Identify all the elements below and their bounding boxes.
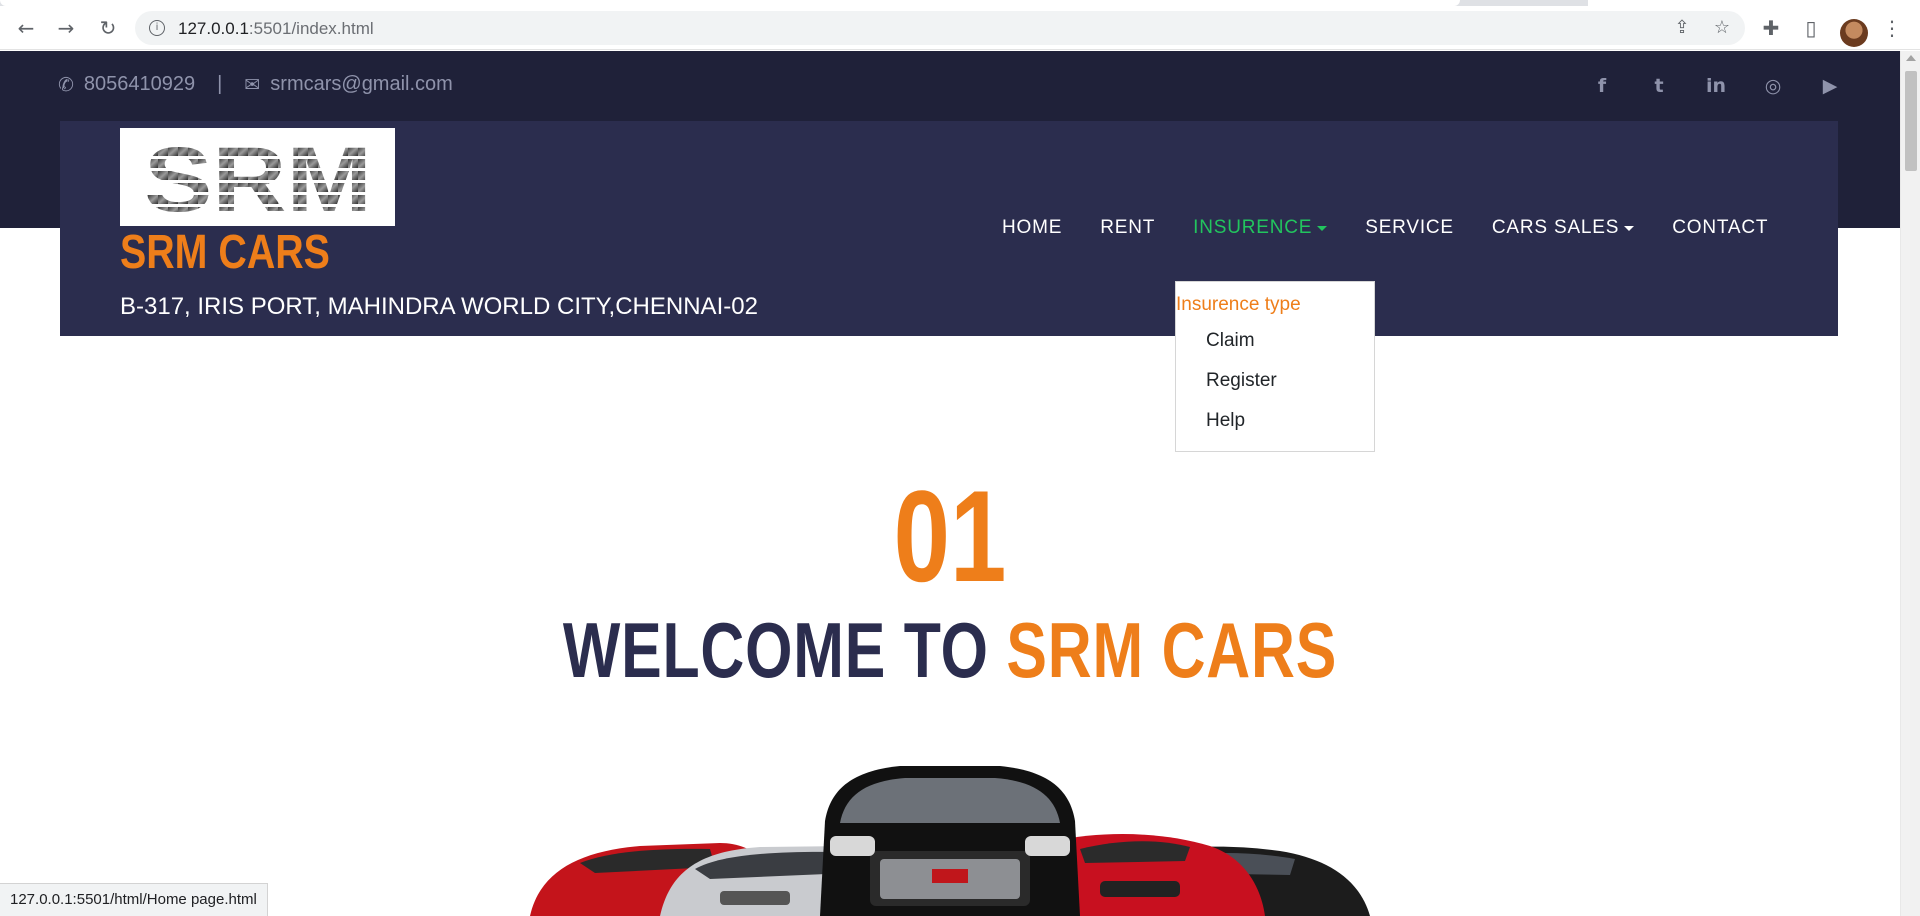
bookmark-star-icon[interactable]: ☆ xyxy=(1711,17,1733,39)
twitter-icon[interactable]: t xyxy=(1644,71,1674,101)
nav-menu: HOME RENT INSURENCE SERVICE CARS SALES C… xyxy=(1002,217,1806,239)
nav-contact-label: CONTACT xyxy=(1672,217,1769,238)
profile-avatar[interactable] xyxy=(1840,19,1868,47)
caret-down-icon xyxy=(1317,225,1328,231)
email-address[interactable]: srmcars@gmail.com xyxy=(270,73,453,96)
linkedin-icon[interactable]: in xyxy=(1701,71,1731,101)
contact-info: ✆ 8056410929 | ✉ srmcars@gmail.com xyxy=(58,73,453,96)
url-host: 127.0.0.1 xyxy=(178,19,249,38)
nav-home-label: HOME xyxy=(1002,217,1063,238)
nav-contact[interactable]: CONTACT xyxy=(1672,217,1768,239)
hero-counter: 01 xyxy=(893,463,1007,609)
browser-menu-icon[interactable]: ⋮ xyxy=(1878,14,1906,42)
logo-text: SRM xyxy=(144,135,372,219)
scroll-up-arrow-icon[interactable] xyxy=(1906,55,1916,61)
company-address: B-317, IRIS PORT, MAHINDRA WORLD CITY,CH… xyxy=(120,293,758,320)
mail-icon: ✉ xyxy=(244,73,261,96)
side-panel-icon[interactable]: ▯ xyxy=(1797,14,1825,42)
dropdown-header: Insurence type xyxy=(1176,294,1301,315)
welcome-prefix: WELCOME TO xyxy=(562,606,1007,694)
site-info-icon[interactable]: i xyxy=(149,20,165,36)
share-icon[interactable]: ⇪ xyxy=(1671,17,1693,39)
page-viewport: ✆ 8056410929 | ✉ srmcars@gmail.com f t i… xyxy=(0,51,1900,916)
reload-icon[interactable]: ↻ xyxy=(94,14,122,42)
phone-icon: ✆ xyxy=(58,73,74,96)
dropdown-item-claim[interactable]: Claim xyxy=(1206,330,1255,352)
nav-cars-sales-label: CARS SALES xyxy=(1491,217,1620,238)
url-text[interactable]: 127.0.0.1:5501/index.html xyxy=(178,19,374,39)
logo-graphic: SRM xyxy=(144,135,372,219)
youtube-icon[interactable]: ▶ xyxy=(1815,71,1845,101)
nav-rent[interactable]: RENT xyxy=(1100,217,1155,239)
dropdown-item-help[interactable]: Help xyxy=(1206,410,1245,432)
nav-service[interactable]: SERVICE xyxy=(1365,217,1454,239)
phone-number[interactable]: 8056410929 xyxy=(84,73,195,96)
cars-lineup-image xyxy=(530,766,1370,916)
facebook-icon[interactable]: f xyxy=(1587,71,1617,101)
address-bar[interactable]: i 127.0.0.1:5501/index.html ⇪ ☆ xyxy=(135,11,1745,45)
nav-insurence[interactable]: INSURENCE xyxy=(1193,217,1328,239)
nav-service-label: SERVICE xyxy=(1365,217,1454,238)
url-path: :5501/index.html xyxy=(248,19,374,38)
instagram-icon[interactable]: ◎ xyxy=(1758,71,1788,101)
scrollbar-thumb[interactable] xyxy=(1905,71,1917,171)
link-status-bar: 127.0.0.1:5501/html/Home page.html xyxy=(0,883,268,916)
extensions-icon[interactable]: ✚ xyxy=(1757,14,1785,42)
forward-icon[interactable]: → xyxy=(52,14,80,42)
nav-insurence-label: INSURENCE xyxy=(1193,217,1313,238)
welcome-heading: WELCOME TO SRM CARS xyxy=(209,611,1691,689)
caret-down-icon xyxy=(1624,225,1635,231)
page-scrollbar[interactable] xyxy=(1900,51,1920,916)
nav-rent-label: RENT xyxy=(1100,217,1156,238)
insurence-dropdown: Insurence type Claim Register Help xyxy=(1175,281,1375,452)
brand-name: SRM CARS xyxy=(120,226,330,279)
contact-separator: | xyxy=(217,73,223,95)
main-navbar: SRM SRM CARS B-317, IRIS PORT, MAHINDRA … xyxy=(60,121,1838,336)
social-links: f t in ◎ ▶ xyxy=(1560,71,1845,101)
browser-toolbar: ← → ↻ i 127.0.0.1:5501/index.html ⇪ ☆ ✚ … xyxy=(0,6,1920,50)
srm-logo[interactable]: SRM xyxy=(120,128,395,226)
dropdown-item-register[interactable]: Register xyxy=(1206,370,1277,392)
nav-home[interactable]: HOME xyxy=(1002,217,1062,239)
nav-cars-sales[interactable]: CARS SALES xyxy=(1491,217,1635,239)
back-icon[interactable]: ← xyxy=(12,14,40,42)
welcome-accent: SRM CARS xyxy=(1006,606,1338,694)
